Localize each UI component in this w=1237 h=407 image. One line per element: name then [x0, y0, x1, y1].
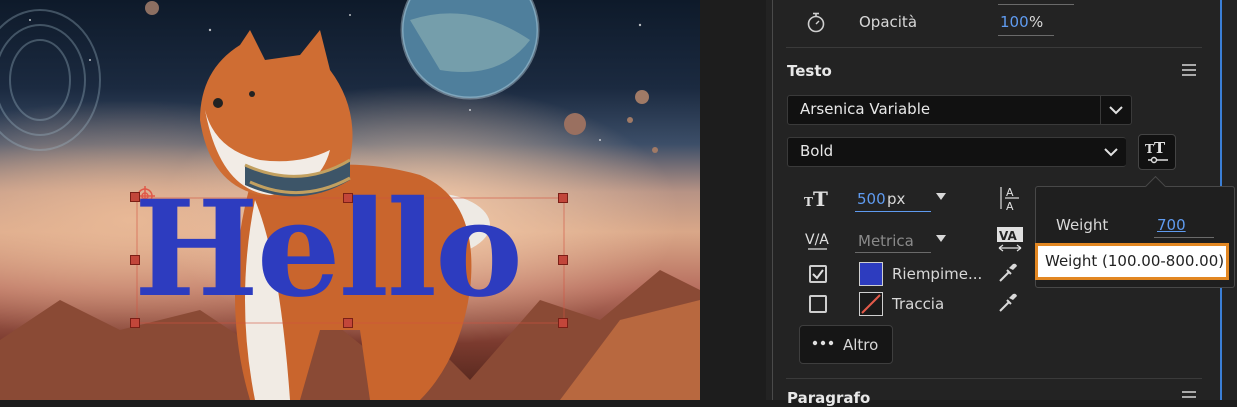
resize-handle-left[interactable] [130, 255, 140, 265]
weight-range-tooltip: Weight (100.00-800.00) [1035, 243, 1229, 280]
stroke-label: Traccia [892, 295, 945, 313]
svg-text:T: T [804, 195, 813, 209]
stroke-checkbox[interactable] [809, 295, 827, 313]
kerning-icon: V/A [805, 232, 829, 250]
resize-handle-bottom-left[interactable] [130, 318, 140, 328]
kerning-value[interactable]: Metrica [858, 232, 914, 250]
stroke-color-swatch[interactable] [859, 292, 883, 316]
resize-handle-right[interactable] [558, 255, 568, 265]
section-divider [786, 47, 1202, 48]
fill-color-swatch[interactable] [859, 262, 883, 286]
text-section-title: Testo [787, 62, 832, 80]
font-size-underline [855, 211, 931, 212]
resize-handle-bottom-right[interactable] [558, 318, 568, 328]
variable-font-icon: T T [1145, 139, 1168, 164]
stopwatch-icon[interactable] [805, 11, 827, 33]
fill-checkbox[interactable] [809, 265, 827, 283]
weight-axis-label: Weight [1056, 216, 1109, 234]
svg-text:T: T [1145, 142, 1154, 156]
chevron-down-icon[interactable] [1100, 96, 1131, 124]
leading-icon: A A [1000, 186, 1019, 213]
section-divider [786, 378, 1202, 379]
hamburger-menu-icon[interactable] [1182, 64, 1196, 79]
resize-handle-top-right[interactable] [558, 193, 568, 203]
variable-font-button[interactable]: T T [1138, 134, 1176, 170]
text-layer-hello[interactable]: Hello [134, 180, 523, 320]
font-family-value: Arsenica Variable [800, 100, 931, 118]
checkmark-icon [812, 269, 824, 280]
svg-text:T: T [1154, 139, 1166, 157]
ellipsis-icon [812, 340, 834, 346]
font-style-dropdown[interactable]: Bold [787, 137, 1126, 167]
no-color-slash-icon [861, 294, 881, 314]
opacity-unit: % [1029, 13, 1044, 31]
font-size-unit: px [887, 190, 906, 208]
caret-down-icon[interactable] [935, 234, 947, 244]
fill-label: Riempime... [892, 265, 983, 283]
panel-divider [772, 0, 773, 400]
paragraph-section-title: Paragrafo [787, 389, 871, 407]
resize-handle-top[interactable] [343, 193, 353, 203]
tracking-icon: VA [997, 227, 1023, 252]
font-style-value: Bold [800, 142, 834, 160]
previous-field-underline [998, 4, 1074, 5]
font-size-value[interactable]: 500 [857, 190, 886, 208]
kerning-underline [855, 252, 931, 253]
font-size-icon: T T [804, 187, 828, 210]
more-options-label: Altro [843, 336, 879, 354]
eyedropper-icon[interactable] [997, 262, 1019, 284]
resize-handle-top-left[interactable] [130, 192, 140, 202]
svg-text:V/A: V/A [805, 232, 829, 248]
chevron-down-icon[interactable] [1096, 138, 1126, 166]
weight-axis-value[interactable]: 700 [1157, 216, 1186, 234]
opacity-label: Opacità [859, 13, 918, 31]
font-family-dropdown[interactable]: Arsenica Variable [787, 95, 1132, 125]
workspace-gap [700, 0, 766, 400]
resize-handle-bottom[interactable] [343, 318, 353, 328]
caret-down-icon[interactable] [935, 192, 947, 202]
canvas-artboard[interactable]: Hello [0, 0, 700, 400]
eyedropper-icon[interactable] [997, 292, 1019, 314]
svg-text:T: T [813, 187, 828, 210]
svg-text:A: A [1006, 200, 1014, 213]
opacity-value[interactable]: 100 [1000, 13, 1029, 31]
weight-value-underline [1154, 237, 1214, 238]
svg-text:A: A [1006, 186, 1014, 199]
more-options-button[interactable]: Altro [799, 325, 893, 364]
opacity-underline [998, 35, 1054, 36]
svg-text:VA: VA [999, 229, 1017, 243]
